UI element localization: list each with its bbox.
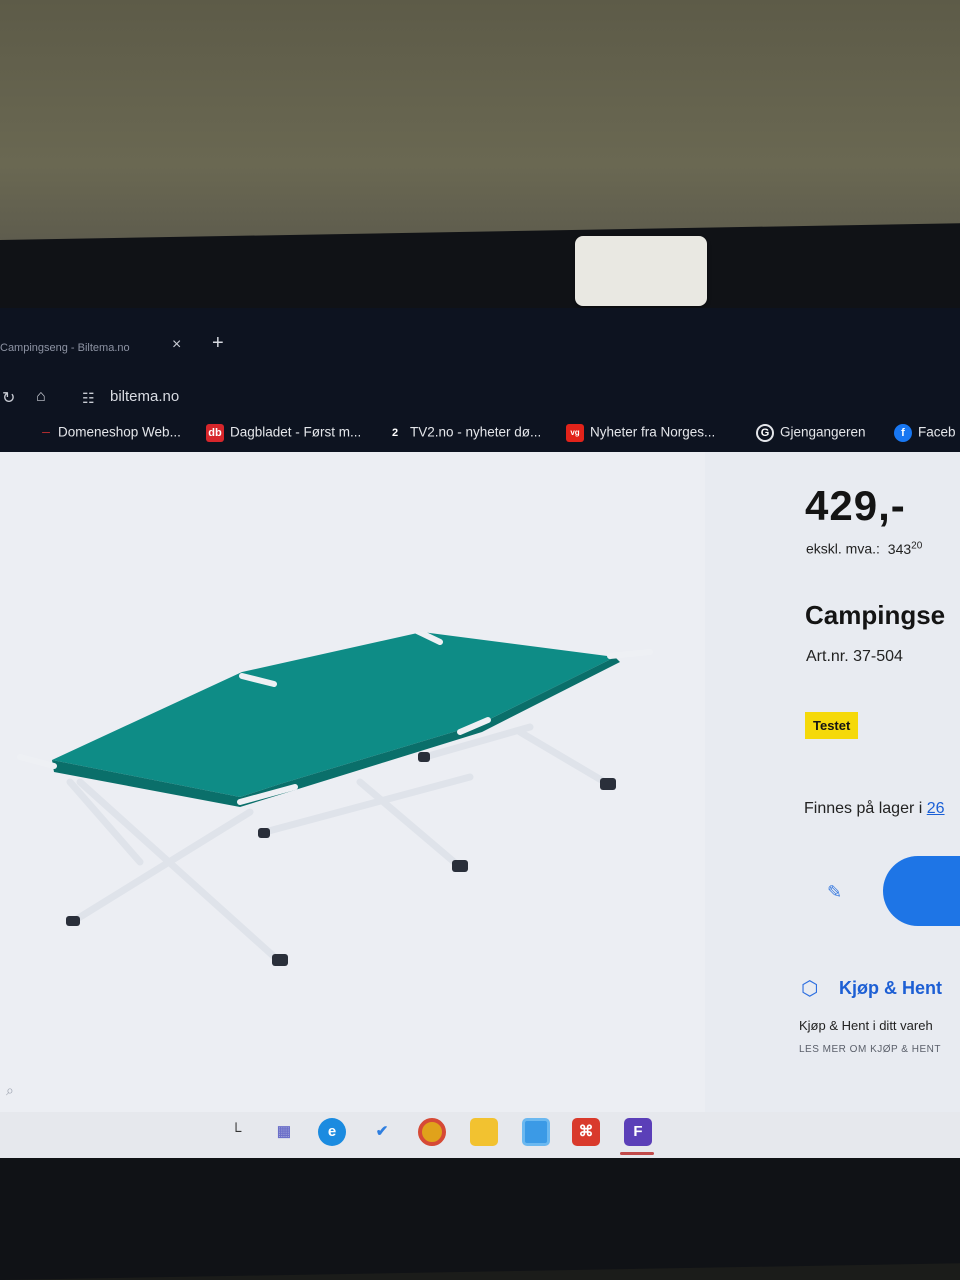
bookmark-tv2[interactable]: 2 TV2.no - nyheter dø...	[386, 424, 541, 442]
bookmark-facebook[interactable]: f Faceb	[894, 424, 956, 442]
bookmark-gjengangeren[interactable]: G Gjengangeren	[756, 424, 866, 442]
product-info-panel: 429,- ekskl. mva.: 34320 Campingse Art.n…	[705, 452, 960, 1112]
home-icon[interactable]: ⌂	[36, 388, 46, 406]
facebook-icon: f	[894, 424, 912, 442]
reload-icon[interactable]: ↻	[2, 388, 15, 408]
taskbar: ⌕ └ ▦ e ✔ ⌘ F	[0, 1082, 960, 1158]
stock-stores-link[interactable]: 26	[927, 800, 945, 817]
excl-vat-value: 34320	[887, 540, 923, 557]
site-settings-icon[interactable]: ☷	[82, 390, 95, 407]
edge-icon[interactable]: e	[318, 1118, 346, 1146]
edit-icon[interactable]: ✎	[827, 882, 842, 903]
file-icon[interactable]: └	[222, 1118, 250, 1146]
stock-info: Finnes på lager i 26	[804, 800, 945, 818]
stock-text: Finnes på lager i	[804, 800, 923, 817]
article-number: Art.nr. 37-504	[806, 648, 903, 665]
kjop-hent-link[interactable]: LES MER OM KJØP & HENT	[799, 1044, 941, 1055]
camping-cot-image[interactable]	[10, 632, 670, 1032]
app-icon[interactable]: ▦	[270, 1118, 298, 1146]
bookmark-vg[interactable]: vg Nyheter fra Norges...	[566, 424, 715, 442]
todo-icon[interactable]: ✔	[368, 1118, 396, 1146]
chrome-icon[interactable]	[418, 1118, 446, 1146]
bookmarks-bar: ─ Domeneshop Web... db Dagbladet - Først m…	[0, 416, 960, 450]
window-icon[interactable]	[522, 1118, 550, 1146]
excl-vat-cents: 20	[911, 540, 923, 551]
product-title: Campingse	[805, 600, 946, 630]
box-icon: ⬡	[801, 978, 819, 1000]
gjengangeren-icon: G	[756, 424, 774, 442]
url-field[interactable]: biltema.no	[110, 388, 179, 405]
domeneshop-icon: ─	[42, 427, 50, 439]
product-page: › 429,- ekskl. mva.: 34320 Campingse Art…	[0, 452, 960, 1112]
bookmark-domeneshop[interactable]: ─ Domeneshop Web...	[40, 424, 181, 442]
bookmark-label: Dagbladet - Først m...	[230, 424, 362, 440]
price: 429,-	[805, 482, 906, 529]
vg-icon: vg	[566, 424, 584, 442]
dagbladet-icon: db	[206, 424, 224, 442]
search-icon[interactable]: ⌕	[6, 1082, 14, 1099]
tab-title: Campingseng - Biltema.no	[0, 342, 130, 354]
excl-vat-label: ekskl. mva.:	[806, 540, 880, 557]
excl-vat-amount: 343	[887, 540, 912, 557]
address-bar: ↻ ⌂ ☷ biltema.no	[0, 382, 960, 414]
bookmark-label: Nyheter fra Norges...	[590, 424, 716, 440]
product-image-area: ›	[0, 452, 733, 1112]
new-tab-button[interactable]: +	[212, 332, 224, 355]
tab-active[interactable]: Campingseng - Biltema.no ×	[0, 328, 200, 364]
bookmark-label: Gjengangeren	[780, 424, 866, 440]
price-excl-vat: ekskl. mva.: 34320	[806, 540, 922, 557]
kjop-hent-text: Kjøp & Hent i ditt vareh	[799, 1018, 933, 1033]
bookmark-label: Domeneshop Web...	[58, 424, 181, 440]
app-active-icon[interactable]: F	[624, 1118, 652, 1146]
tab-bar: Campingseng - Biltema.no × +	[0, 328, 960, 364]
bookmark-label: Faceb	[918, 424, 956, 440]
add-to-cart-button[interactable]	[883, 856, 960, 926]
active-app-indicator	[620, 1152, 654, 1155]
kjop-hent-title: Kjøp & Hent	[839, 978, 942, 998]
folder-icon[interactable]	[470, 1118, 498, 1146]
monitor-screen: Campingseng - Biltema.no × + ↻ ⌂ ☷ bilte…	[0, 308, 960, 1158]
tested-badge: Testet	[805, 712, 859, 739]
pdf-icon[interactable]: ⌘	[572, 1118, 600, 1146]
close-icon[interactable]: ×	[172, 336, 181, 354]
bookmark-label: TV2.no - nyheter dø...	[410, 424, 542, 440]
webcam-cover	[575, 236, 707, 306]
bookmark-dagbladet[interactable]: db Dagbladet - Først m...	[206, 424, 361, 442]
tv2-icon: 2	[391, 427, 399, 439]
